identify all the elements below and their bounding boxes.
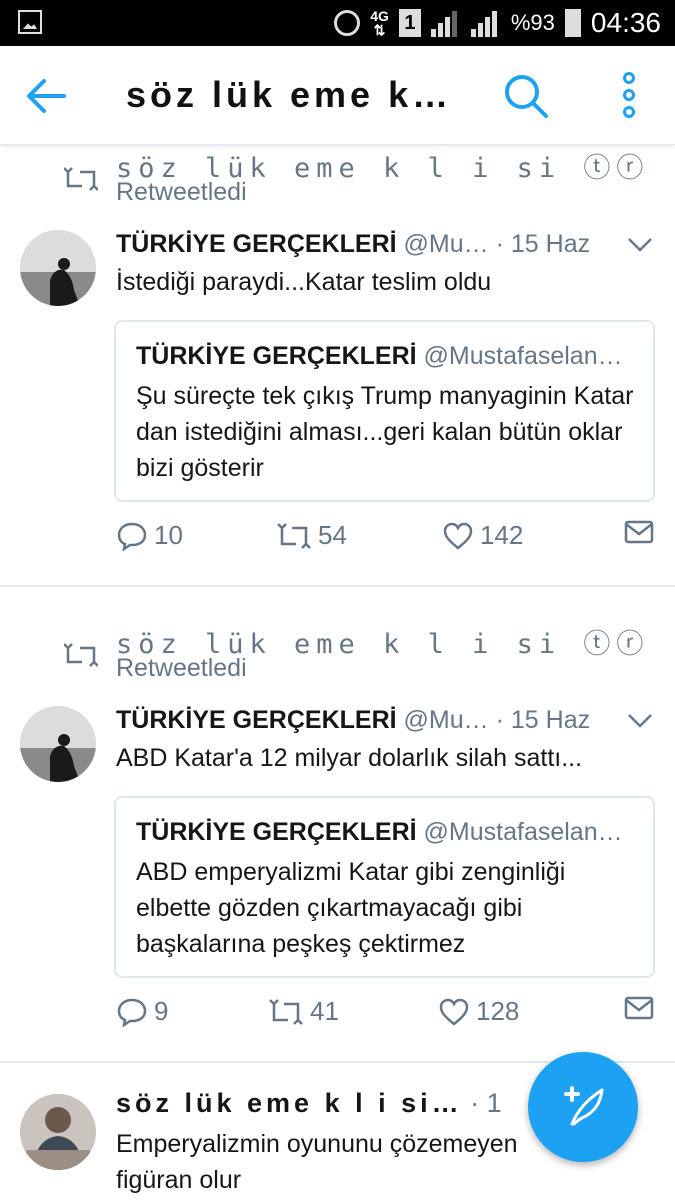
direct-message-icon [624,520,654,544]
retweet-label: Retweetledi [116,654,247,682]
tweet-header: TÜRKİYE GERÇEKLERİ @Mu… · 15 Haz [116,706,590,735]
search-icon[interactable] [500,70,550,120]
tweet-text-line-2: figüran olur [116,1166,242,1194]
compose-icon [564,1086,604,1126]
compose-tweet-button[interactable] [528,1052,638,1162]
tweet-time: 15 Haz [510,230,591,258]
reply-button[interactable]: 10 [116,520,183,551]
more-vertical-icon[interactable] [614,70,644,120]
tweet-text-line-1: Emperyalizmin oyununu çözemeyen [116,1130,518,1158]
direct-message-button[interactable] [624,996,654,1020]
author-handle[interactable]: @Mu… [404,230,489,258]
avatar[interactable] [20,1094,96,1170]
retweet-button[interactable]: 41 [268,996,339,1027]
status-bar: 4G ⇅ 1 %93 04:36 [0,0,675,46]
quote-text: Şu süreçte tek çıkış Trump manyaginin Ka… [136,382,634,482]
retweet-label: Retweetledi [116,178,247,206]
signal-icon [430,9,461,37]
reply-button[interactable]: 9 [116,996,168,1027]
direct-message-icon [624,996,654,1020]
tweet-item[interactable]: söz lük eme k l i si ⓣⓡ Retweetledi TÜRK… [0,622,675,1062]
page-title: söz lük eme k… [126,74,453,115]
avatar[interactable] [20,230,96,306]
tweet-text: İstediği paraydi...Katar teslim oldu [116,268,492,296]
alarm-icon [334,10,361,36]
network-type: 4G ⇅ [370,8,389,38]
quote-author-handle: @Mustafaselan… [423,342,623,370]
retweet-count: 54 [318,520,347,550]
quote-author-handle: @Mustafaselan… [423,818,623,846]
author-name[interactable]: söz lük eme k l i si… [116,1088,463,1118]
retweet-icon [269,998,303,1025]
tweet-header: söz lük eme k l i si… · 1 [116,1088,502,1119]
retweet-count: 41 [310,996,339,1026]
like-count: 142 [480,520,524,550]
tweet-header: TÜRKİYE GERÇEKLERİ @Mu… · 15 Haz [116,230,590,259]
heart-icon [443,522,473,550]
author-name[interactable]: TÜRKİYE GERÇEKLERİ [116,230,397,258]
avatar[interactable] [20,706,96,782]
like-count: 128 [476,996,520,1026]
quote-author-name: TÜRKİYE GERÇEKLERİ [136,342,417,370]
author-name[interactable]: TÜRKİYE GERÇEKLERİ [116,706,397,734]
app-bar: söz lük eme k… [0,46,675,145]
reply-icon [117,522,147,551]
retweet-icon [277,522,311,549]
gallery-notification-icon [18,10,42,34]
tweet-actions: 9 41 128 [0,996,675,1036]
back-arrow-icon[interactable] [24,76,68,116]
separator-dot: · [495,706,504,734]
divider [0,585,675,587]
tweet-actions: 10 54 142 [0,520,675,560]
quoted-tweet[interactable]: TÜRKİYE GERÇEKLERİ @Mustafaselan… Şu sür… [114,320,655,502]
like-button[interactable]: 128 [438,996,519,1027]
status-icons: 4G ⇅ 1 %93 04:36 [334,4,661,42]
tweet-time: 15 Haz [510,706,591,734]
quote-text: ABD emperyalizmi Katar gibi zenginliği e… [136,858,566,958]
chevron-down-icon[interactable] [626,712,654,730]
sim-indicator: 1 [398,9,421,37]
signal-2-icon [470,9,501,37]
retweet-icon [64,167,98,191]
battery-percent: %93 [510,10,555,35]
like-button[interactable]: 142 [442,520,523,551]
quote-header: TÜRKİYE GERÇEKLERİ @Mustafaselan… [136,818,623,847]
clock: 04:36 [590,7,661,38]
author-handle[interactable]: @Mu… [404,706,489,734]
reply-count: 10 [154,520,183,550]
retweet-button[interactable]: 54 [276,520,347,551]
retweet-icon [64,643,98,667]
quote-author-name: TÜRKİYE GERÇEKLERİ [136,818,417,846]
separator-dot: · [470,1088,480,1118]
tweet-time: 1 [486,1088,502,1118]
direct-message-button[interactable] [624,520,654,544]
tweet-text: ABD Katar'a 12 milyar dolarlık silah sat… [116,744,583,772]
chevron-down-icon[interactable] [626,236,654,254]
separator-dot: · [495,230,504,258]
heart-icon [439,998,469,1026]
quote-header: TÜRKİYE GERÇEKLERİ @Mustafaselan… [136,342,623,371]
tweet-item[interactable]: söz lük eme k l i si ⓣⓡ Retweetledi TÜRK… [0,146,675,586]
battery-charging-icon [564,9,581,37]
reply-count: 9 [154,996,169,1026]
reply-icon [117,998,147,1027]
quoted-tweet[interactable]: TÜRKİYE GERÇEKLERİ @Mustafaselan… ABD em… [114,796,655,978]
